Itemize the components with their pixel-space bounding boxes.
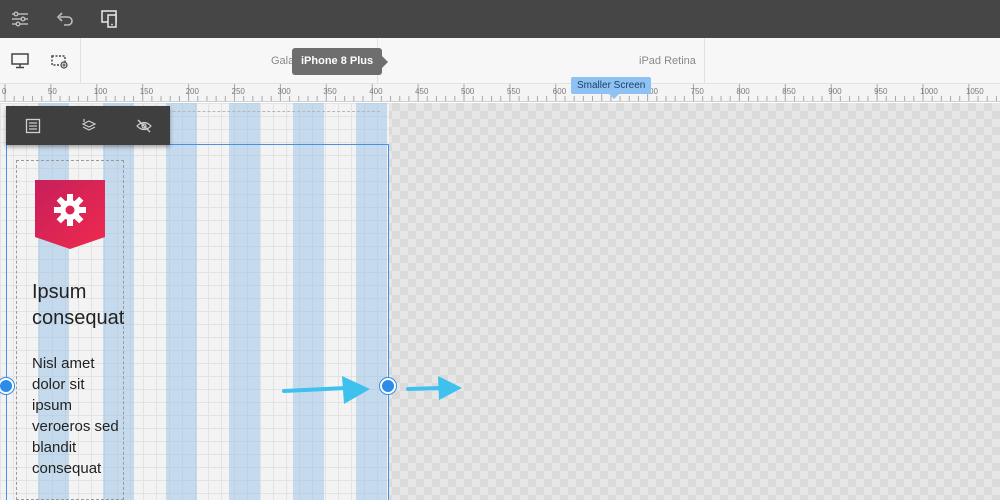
ruler-label: 950 — [874, 87, 888, 96]
ruler-label: 400 — [369, 87, 383, 96]
ruler-label: 550 — [506, 87, 521, 96]
device-selector — [0, 38, 81, 84]
breakpoint-tooltip: iPhone 8 Plus — [292, 48, 389, 75]
gear-icon — [35, 180, 105, 249]
ruler-label: 1000 — [920, 87, 938, 96]
ruler-label: 600 — [552, 87, 567, 96]
gear-badge[interactable] — [35, 180, 105, 255]
ruler-label: 850 — [782, 87, 796, 96]
right-arrow-icon — [282, 376, 370, 404]
hide-eye-icon[interactable] — [133, 115, 155, 137]
preview-device-icon[interactable] — [98, 7, 122, 31]
sliders-icon[interactable] — [8, 7, 32, 31]
right-arrow-icon — [406, 376, 462, 400]
ruler-label: 450 — [415, 87, 429, 96]
ruler-label: 200 — [185, 87, 199, 96]
breakpoint-ipad[interactable]: iPad Retina — [378, 38, 705, 84]
ruler-label: 800 — [736, 87, 750, 96]
ruler-label: 750 — [690, 87, 704, 96]
ruler-label: 900 — [828, 87, 842, 96]
add-breakpoint-icon[interactable] — [48, 49, 72, 73]
ruler-label: 250 — [231, 87, 245, 96]
ruler-label: 50 — [47, 87, 57, 96]
top-toolbar — [0, 0, 1000, 38]
desktop-icon[interactable] — [8, 49, 32, 73]
ruler-label: 100 — [93, 87, 108, 96]
breakpoint-label-ipad: iPad Retina — [639, 55, 696, 67]
list-view-icon[interactable] — [22, 115, 44, 137]
smaller-screen-tag[interactable]: Smaller Screen — [571, 77, 652, 99]
layers-icon[interactable] — [78, 115, 100, 137]
artboard-body-text[interactable]: Nisl amet dolor sit ipsum veroeros sed b… — [32, 353, 122, 479]
floating-toolbar — [6, 106, 170, 145]
right-resize-handle[interactable] — [380, 378, 396, 394]
ruler-label: 350 — [323, 87, 337, 96]
horizontal-ruler[interactable]: 0501001502002503003504004505005506006507… — [0, 84, 1000, 102]
ruler-label: 1050 — [965, 87, 984, 96]
breakpoint-bar: Gala iPad Retina iPhone 8 Plus — [0, 38, 1000, 84]
ruler-label: 300 — [277, 87, 291, 96]
artboard-title[interactable]: Ipsum consequat — [32, 279, 142, 331]
ruler-label: 150 — [139, 87, 154, 96]
ruler-label: 500 — [461, 87, 475, 96]
ruler-label: 0 — [2, 87, 7, 96]
undo-icon[interactable] — [53, 7, 77, 31]
breakpoint-label-galaxy: Gala — [271, 55, 295, 67]
